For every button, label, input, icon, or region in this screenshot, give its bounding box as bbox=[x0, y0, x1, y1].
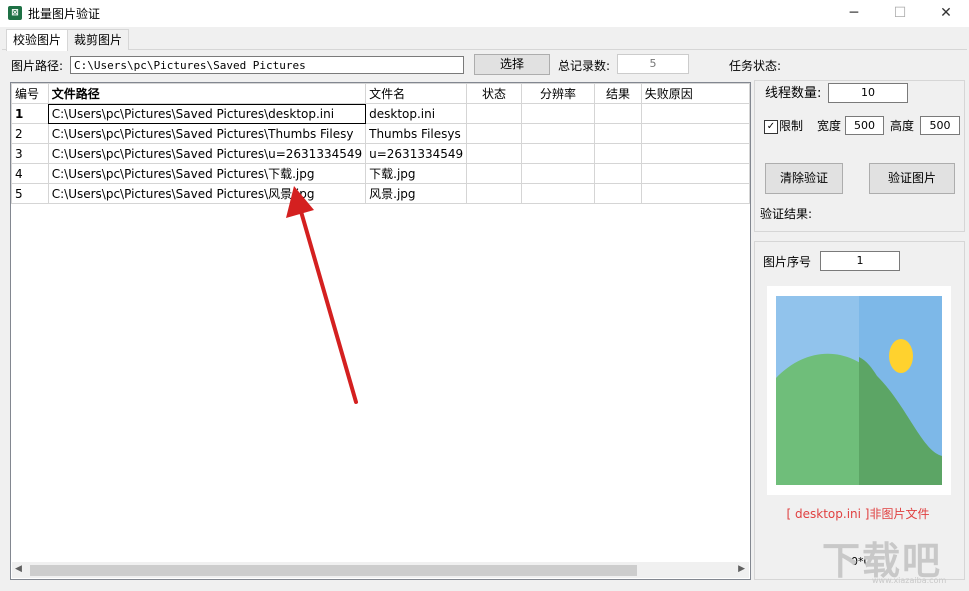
path-label: 图片路径: bbox=[11, 59, 64, 73]
task-status-label: 任务状态: bbox=[729, 59, 782, 73]
limit-checkbox[interactable]: ✓ bbox=[764, 120, 778, 134]
row-status-cell[interactable] bbox=[466, 143, 522, 164]
row-result-cell[interactable] bbox=[594, 123, 642, 144]
height-label: 高度 bbox=[890, 119, 915, 133]
row-path-cell[interactable]: C:\Users\pc\Pictures\Saved Pictures\u=26… bbox=[47, 143, 367, 164]
table-row[interactable]: 3 C:\Users\pc\Pictures\Saved Pictures\u=… bbox=[11, 143, 750, 164]
results-grid[interactable]: 编号 文件路径 文件名 状态 分辨率 结果 失败原因 1 C:\Users\pc… bbox=[10, 82, 751, 580]
total-records-field: 5 bbox=[617, 54, 689, 74]
limit-label: 限制 bbox=[779, 119, 804, 133]
row-id-cell: 3 bbox=[11, 143, 49, 164]
height-input[interactable]: 500 bbox=[920, 116, 960, 135]
table-header-row: 编号 文件路径 文件名 状态 分辨率 结果 失败原因 bbox=[11, 83, 750, 104]
row-reason-cell[interactable] bbox=[640, 103, 750, 124]
app-icon: ⊠ bbox=[8, 6, 22, 20]
horizontal-scrollbar[interactable]: ◀ ▶ bbox=[12, 562, 749, 578]
thread-count-input[interactable]: 10 bbox=[828, 83, 908, 103]
row-result-cell[interactable] bbox=[594, 103, 642, 124]
width-input[interactable]: 500 bbox=[845, 116, 884, 135]
row-reason-cell[interactable] bbox=[640, 183, 750, 204]
row-path-cell[interactable]: C:\Users\pc\Pictures\Saved Pictures\Thum… bbox=[47, 123, 367, 144]
row-resolution-cell[interactable] bbox=[520, 183, 596, 204]
row-id-cell: 4 bbox=[11, 163, 49, 184]
width-label: 宽度 bbox=[817, 119, 842, 133]
row-result-cell[interactable] bbox=[594, 183, 642, 204]
row-filename-cell[interactable]: u=2631334549 bbox=[365, 143, 468, 164]
row-status-cell[interactable] bbox=[466, 103, 522, 124]
image-placeholder-icon bbox=[776, 296, 942, 485]
path-input[interactable]: C:\Users\pc\Pictures\Saved Pictures bbox=[70, 56, 464, 74]
maximize-button[interactable]: ☐ bbox=[877, 0, 923, 27]
column-header-filename[interactable]: 文件名 bbox=[365, 83, 468, 104]
total-records-label: 总记录数: bbox=[558, 59, 611, 73]
column-header-status[interactable]: 状态 bbox=[466, 83, 522, 104]
select-folder-button[interactable]: 选择 bbox=[474, 54, 550, 75]
image-preview bbox=[767, 286, 951, 495]
close-button[interactable]: ✕ bbox=[923, 0, 969, 27]
row-result-cell[interactable] bbox=[594, 163, 642, 184]
row-status-cell[interactable] bbox=[466, 183, 522, 204]
title-bar bbox=[0, 0, 969, 27]
row-reason-cell[interactable] bbox=[640, 163, 750, 184]
clear-verify-button[interactable]: 清除验证 bbox=[765, 163, 843, 194]
image-index-input[interactable]: 1 bbox=[820, 251, 900, 271]
thread-count-label: 线程数量: bbox=[765, 86, 822, 101]
row-id-cell: 1 bbox=[11, 103, 49, 124]
window-title: 批量图片验证 bbox=[28, 7, 101, 21]
row-filename-cell[interactable]: desktop.ini bbox=[365, 103, 468, 124]
verify-images-button[interactable]: 验证图片 bbox=[869, 163, 955, 194]
column-header-path[interactable]: 文件路径 bbox=[47, 83, 367, 104]
column-header-id[interactable]: 编号 bbox=[11, 83, 49, 104]
table-row[interactable]: 5 C:\Users\pc\Pictures\Saved Pictures\风景… bbox=[11, 183, 750, 204]
row-filename-cell[interactable]: 下载.jpg bbox=[365, 163, 468, 184]
column-header-result[interactable]: 结果 bbox=[594, 83, 642, 104]
row-id-cell: 5 bbox=[11, 183, 49, 204]
row-status-cell[interactable] bbox=[466, 163, 522, 184]
row-resolution-cell[interactable] bbox=[520, 143, 596, 164]
results-table: 编号 文件路径 文件名 状态 分辨率 结果 失败原因 1 C:\Users\pc… bbox=[11, 83, 750, 204]
row-id-cell: 2 bbox=[11, 123, 49, 144]
row-path-cell[interactable]: C:\Users\pc\Pictures\Saved Pictures\desk… bbox=[47, 103, 367, 124]
row-filename-cell[interactable]: 风景.jpg bbox=[365, 183, 468, 204]
row-reason-cell[interactable] bbox=[640, 123, 750, 144]
watermark-url: www.xiazaiba.com bbox=[872, 576, 947, 585]
tab-strip-border bbox=[2, 49, 967, 50]
minimize-button[interactable]: ─ bbox=[831, 0, 877, 27]
row-reason-cell[interactable] bbox=[640, 143, 750, 164]
column-header-resolution[interactable]: 分辨率 bbox=[520, 83, 596, 104]
scroll-left-icon[interactable]: ◀ bbox=[15, 564, 22, 574]
row-status-cell[interactable] bbox=[466, 123, 522, 144]
table-row[interactable]: 1 C:\Users\pc\Pictures\Saved Pictures\de… bbox=[11, 103, 750, 124]
row-resolution-cell[interactable] bbox=[520, 103, 596, 124]
image-index-label: 图片序号 bbox=[763, 255, 812, 269]
preview-error-message: [ desktop.ini ]非图片文件 bbox=[786, 507, 930, 521]
row-result-cell[interactable] bbox=[594, 143, 642, 164]
tab-verify-images[interactable]: 校验图片 bbox=[6, 29, 69, 51]
table-row[interactable]: 4 C:\Users\pc\Pictures\Saved Pictures\下载… bbox=[11, 163, 750, 184]
verify-result-label: 验证结果: bbox=[760, 207, 813, 221]
row-resolution-cell[interactable] bbox=[520, 123, 596, 144]
scroll-right-icon[interactable]: ▶ bbox=[738, 564, 745, 574]
column-header-failure-reason[interactable]: 失败原因 bbox=[640, 83, 750, 104]
tab-crop-images[interactable]: 裁剪图片 bbox=[67, 29, 130, 50]
scrollbar-thumb[interactable] bbox=[30, 565, 637, 576]
table-row[interactable]: 2 C:\Users\pc\Pictures\Saved Pictures\Th… bbox=[11, 123, 750, 144]
annotation-arrow bbox=[286, 186, 358, 404]
row-filename-cell[interactable]: Thumbs Filesys bbox=[365, 123, 468, 144]
row-resolution-cell[interactable] bbox=[520, 163, 596, 184]
